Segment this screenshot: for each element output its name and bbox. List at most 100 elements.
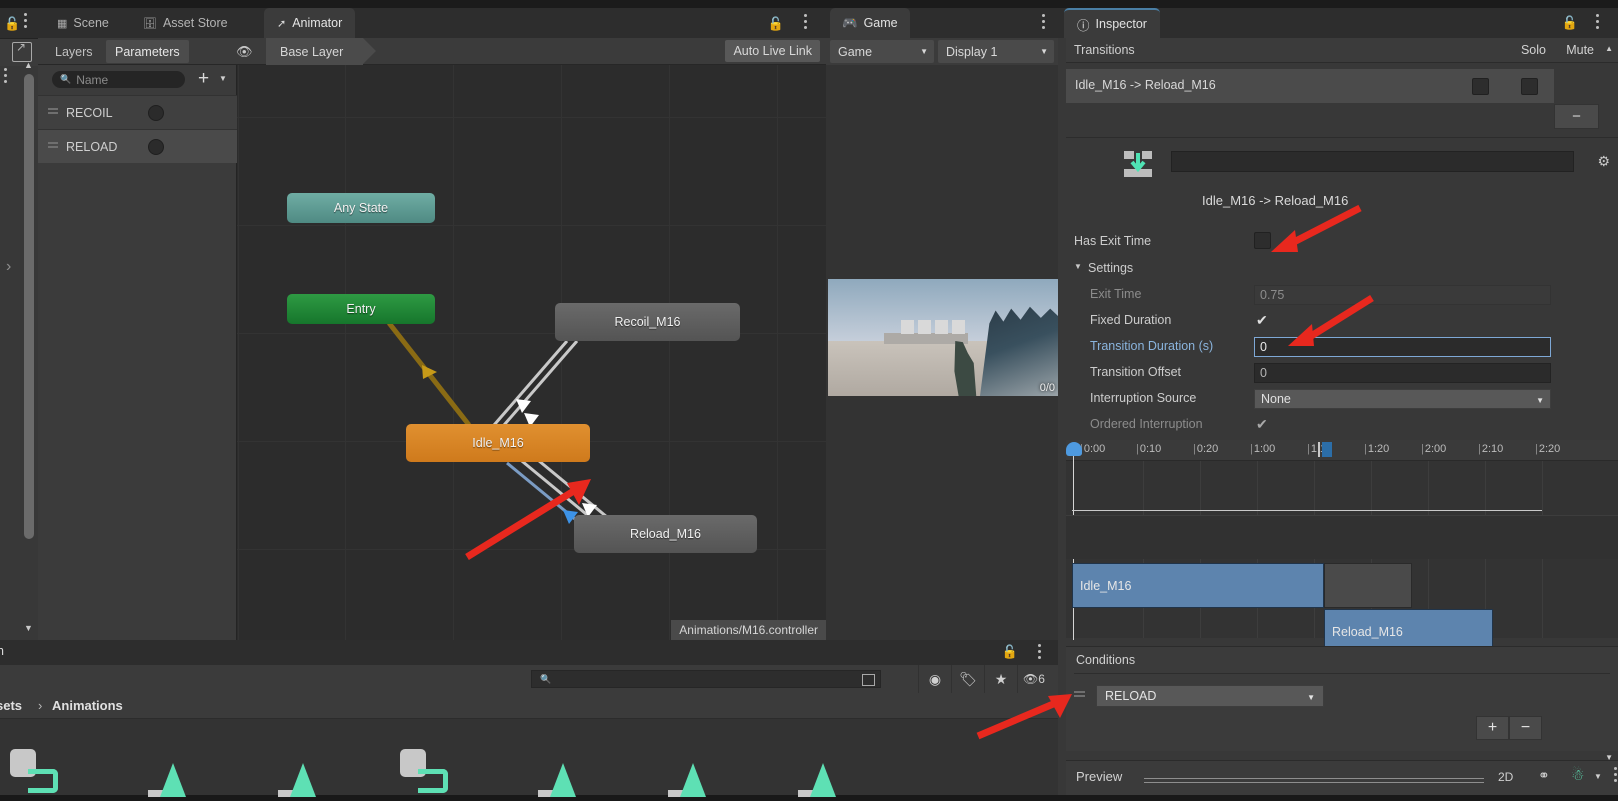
timeline-clip-idle[interactable]: Idle_M16 [1072,563,1324,608]
conditions-section: Conditions RELOAD ▼ + − [1066,646,1618,751]
chevron-down-icon[interactable]: ▼ [219,74,227,83]
annotation-arrow-transition-marker [465,479,591,560]
fixed-duration-checkbox[interactable]: ✔ [1256,312,1268,329]
timeline-playhead[interactable] [1066,442,1082,640]
state-node-any-state[interactable]: Any State [287,193,435,223]
scroll-up-arrow-icon[interactable] [23,60,35,72]
window-top-strip [0,0,1618,8]
settings-foldout[interactable]: ▼ Settings [1066,257,1618,282]
asset-object-field[interactable] [1171,151,1574,172]
trigger-toggle[interactable] [148,105,164,121]
game-kebab-icon[interactable] [1042,14,1046,32]
transition-list-item[interactable]: Idle_M16 -> Reload_M16 [1066,69,1554,103]
asset-item[interactable] [382,741,482,801]
transition-timeline[interactable]: 0:00 0:10 0:20 1:00 1:10 1:20 2:00 2:10 … [1066,440,1618,654]
game-stats-counter: 0/0 [1039,382,1055,394]
project-search-input[interactable]: 🔍 [531,670,881,688]
parameter-search-input[interactable]: 🔍 Name [52,71,185,88]
asset-item[interactable] [642,741,742,801]
asset-item[interactable] [772,741,872,801]
add-condition-button[interactable]: + [1476,716,1509,740]
tab-parameters[interactable]: Parameters [106,40,189,63]
expand-search-icon[interactable] [862,674,875,686]
bone-icon[interactable]: ⚭ [1538,767,1550,784]
solo-checkbox[interactable] [1472,78,1489,95]
inspector-kebab-icon[interactable] [1596,14,1600,32]
chevron-down-icon[interactable]: ▼ [1594,772,1602,781]
remove-condition-button[interactable]: − [1509,716,1542,740]
inspector-lock-icon[interactable]: 🔓 [1562,15,1578,31]
timeline-cursor-marker[interactable] [1318,442,1332,457]
animator-toolbar: Layers Parameters 👁 [38,38,826,65]
ordered-interruption-label: Ordered Interruption [1090,417,1203,431]
game-view-dropdown[interactable]: Game ▼ [830,40,934,63]
breadcrumb-base-layer[interactable]: Base Layer [266,38,377,65]
lock-icon[interactable]: 🔓 [4,16,20,32]
asset-item[interactable] [0,741,92,801]
trigger-toggle[interactable] [148,139,164,155]
project-lock-icon[interactable]: 🔓 [1002,644,1018,660]
tab-asset-store[interactable]: 🗄 Asset Store [130,8,241,38]
transition-offset-label: Transition Offset [1090,365,1182,379]
tab-scene[interactable]: ▦ Scene [44,8,122,38]
popout-icon[interactable] [12,40,32,62]
ordered-interruption-checkbox[interactable]: ✔ [1256,416,1268,433]
parameter-row-recoil[interactable]: RECOIL [38,95,237,129]
drag-handle-icon[interactable] [48,108,58,114]
state-node-recoil-m16[interactable]: Recoil_M16 [555,303,740,341]
animator-kebab-icon[interactable] [804,14,808,32]
ordered-interruption-row: Ordered Interruption ✔ [1066,413,1618,438]
animator-vertical-scrollbar[interactable] [22,60,36,635]
animator-transition-icon [1122,149,1154,179]
grid-icon: ▦ [57,17,68,30]
breadcrumb-assets[interactable]: sets [0,698,22,713]
transition-offset-row: Transition Offset 0 [1066,361,1618,386]
asset-item[interactable] [252,741,352,801]
timeline-ruler[interactable]: 0:00 0:10 0:20 1:00 1:10 1:20 2:00 2:10 … [1066,440,1618,640]
asset-item[interactable] [512,741,612,801]
auto-live-link-button[interactable]: Auto Live Link [725,40,820,62]
tab-layers[interactable]: Layers [46,40,102,63]
save-filter-icon[interactable]: ◉ [918,665,951,693]
interruption-source-dropdown[interactable]: None ▼ [1254,389,1551,409]
tab-game[interactable]: 🎮 Game [830,8,910,38]
drag-handle-icon[interactable] [48,142,58,148]
kebab-menu-icon[interactable] [24,13,28,31]
tab-inspector[interactable]: ⓘ Inspector [1064,8,1160,38]
scrollbar-thumb[interactable] [24,74,34,539]
gear-icon[interactable]: ⚙ [1597,153,1610,170]
state-node-idle-m16[interactable]: Idle_M16 [406,424,590,462]
project-kebab-icon[interactable] [1038,644,1042,662]
parameter-row-reload[interactable]: RELOAD [38,129,237,163]
kebab-menu-icon-2[interactable] [4,68,8,86]
preview-kebab-icon[interactable] [1614,767,1618,785]
tab-project[interactable]: on [0,644,4,658]
interruption-source-value: None [1261,392,1291,406]
transition-offset-field[interactable]: 0 [1254,363,1551,383]
add-parameter-button[interactable]: + [198,68,209,90]
chevron-right-icon[interactable]: › [6,258,11,276]
remove-transition-button[interactable]: − [1554,104,1599,129]
tab-animator[interactable]: ➚ Animator [264,8,356,38]
state-node-entry[interactable]: Entry [287,294,435,324]
scroll-down-arrow-icon[interactable] [23,623,35,635]
condition-parameter-dropdown[interactable]: RELOAD ▼ [1096,685,1324,707]
animator-lock-icon[interactable]: 🔓 [768,16,784,32]
breadcrumb-separator: › [38,698,43,713]
preview-2d-toggle[interactable]: 2D [1498,770,1513,784]
breadcrumb-animations[interactable]: Animations [52,698,123,713]
fixed-duration-label: Fixed Duration [1090,313,1172,327]
eye-icon[interactable]: 👁 [236,44,253,60]
timeline-tick: 0:00 [1080,443,1105,455]
chevron-down-icon[interactable]: ▼ [1074,262,1082,271]
asset-item[interactable] [122,741,222,801]
project-tab-bar: on 🔓 [0,640,1058,665]
avatar-icon[interactable]: ☃ [1571,766,1584,784]
clip-idle-tail[interactable] [1324,563,1412,608]
mute-checkbox[interactable] [1521,78,1538,95]
scroll-up-arrow-icon[interactable]: ▲ [1605,44,1613,53]
display-dropdown[interactable]: Display 1 ▼ [938,40,1054,63]
project-asset-grid[interactable] [0,719,1058,797]
tab-animator-label: Animator [292,16,343,30]
game-view-render[interactable]: 0/0 [828,279,1058,396]
